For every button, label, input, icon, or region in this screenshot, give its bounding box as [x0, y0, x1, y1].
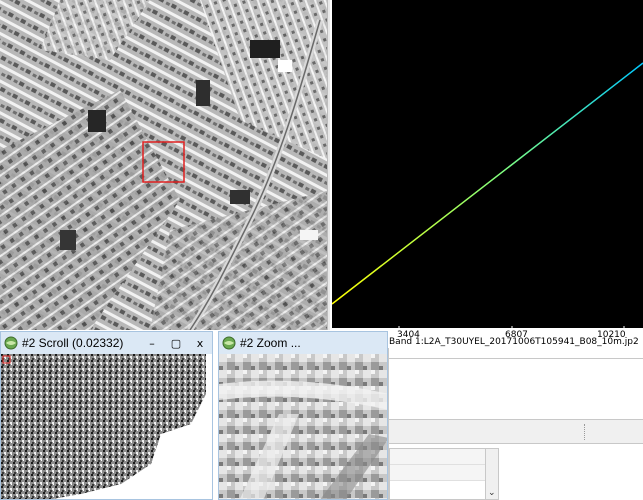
- scroll-window-title: #2 Scroll (0.02332): [22, 336, 124, 350]
- info-panel: ⌄: [388, 348, 643, 500]
- aerial-image: [0, 0, 330, 330]
- list-item[interactable]: [390, 449, 486, 465]
- envi-globe-icon: [222, 336, 236, 350]
- zoom-window-titlebar[interactable]: #2 Zoom ...: [219, 332, 387, 354]
- plot-line: [332, 62, 643, 305]
- envi-globe-icon: [4, 336, 18, 350]
- list-item[interactable]: [390, 465, 486, 481]
- envi-workspace: 3404 6807 10210 Band 1:L2A_T30UYEL_20171…: [0, 0, 643, 500]
- list-scrollbar[interactable]: ⌄: [485, 448, 499, 500]
- scroll-window[interactable]: #2 Scroll (0.02332) – ▢ x: [0, 331, 213, 500]
- band-list[interactable]: [389, 448, 487, 500]
- zoom-window[interactable]: #2 Zoom ...: [218, 331, 388, 500]
- scroll-image-canvas: [1, 354, 212, 499]
- image-view[interactable]: [0, 0, 330, 330]
- spectral-plot: [332, 0, 643, 330]
- info-toolbar: [389, 420, 643, 444]
- zoom-window-title: #2 Zoom ...: [240, 336, 301, 350]
- image-frame-border: [327, 0, 330, 330]
- zoom-image[interactable]: [219, 354, 387, 499]
- close-button[interactable]: x: [188, 332, 212, 354]
- band-label: Band 1:L2A_T30UYEL_20171006T105941_B08_1…: [389, 337, 639, 347]
- minimize-button[interactable]: –: [140, 332, 164, 354]
- chevron-down-icon[interactable]: ⌄: [488, 488, 496, 498]
- plot-canvas: [332, 62, 643, 330]
- info-text-area[interactable]: [389, 358, 643, 420]
- maximize-button[interactable]: ▢: [164, 332, 188, 354]
- scroll-window-titlebar[interactable]: #2 Scroll (0.02332) – ▢ x: [1, 332, 212, 354]
- zoom-image-canvas: [219, 354, 387, 499]
- scroll-image[interactable]: [1, 354, 212, 499]
- toolbar-separator: [584, 424, 585, 440]
